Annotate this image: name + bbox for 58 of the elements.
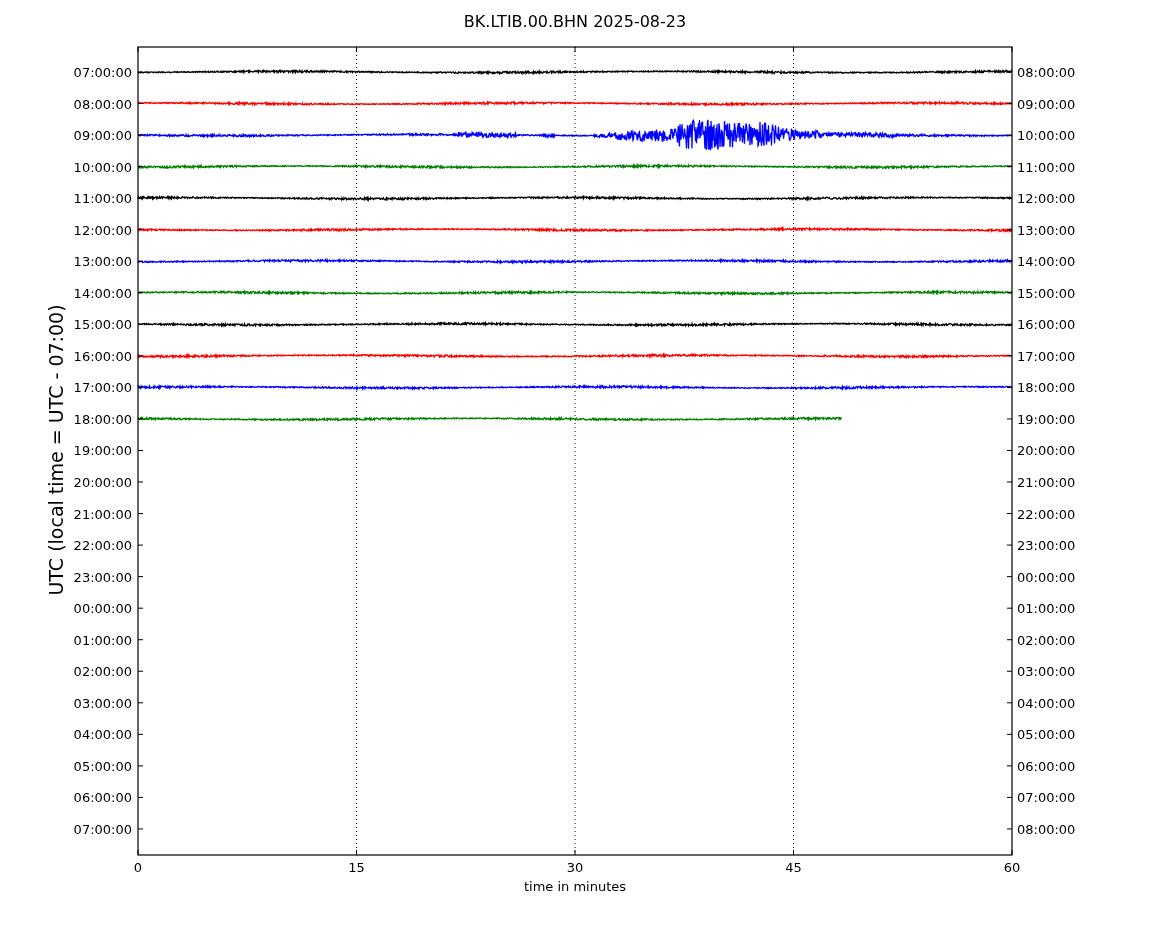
tick-label: 22:00:00: [1017, 506, 1076, 522]
axis-label: UTC (local time = UTC - 07:00): [45, 304, 67, 596]
tick-label: 17:00:00: [73, 380, 132, 396]
tick-label: 00:00:00: [73, 601, 132, 617]
tick-label: 19:00:00: [73, 443, 132, 459]
tick-label: 20:00:00: [73, 475, 132, 490]
tick-label: 12:00:00: [73, 222, 132, 238]
tick-label: 19:00:00: [1017, 411, 1076, 427]
tick-label: 03:00:00: [1017, 664, 1076, 680]
tick-label: 09:00:00: [73, 128, 132, 144]
tick-label: 01:00:00: [73, 632, 132, 648]
tick-label: 21:00:00: [73, 506, 132, 522]
tick-label: 13:00:00: [73, 254, 132, 270]
tick-label: 06:00:00: [73, 790, 132, 806]
tick-label: 0: [133, 860, 143, 875]
tick-label: 20:00:00: [1017, 443, 1076, 459]
tick-label: 14:00:00: [1017, 254, 1076, 270]
tick-label: 23:00:00: [73, 569, 132, 585]
tick-label: 08:00:00: [1017, 65, 1076, 80]
tick-label: 30: [566, 860, 584, 875]
tick-label: 22:00:00: [73, 538, 132, 554]
tick-label: 08:00:00: [73, 96, 132, 112]
tick-label: 23:00:00: [1017, 538, 1076, 554]
tick-label: 03:00:00: [73, 695, 132, 711]
tick-label: 07:00:00: [1017, 790, 1076, 806]
tick-label: 18:00:00: [1017, 380, 1076, 396]
tick-label: 11:00:00: [1017, 159, 1076, 175]
tick-label: 10:00:00: [1017, 128, 1076, 144]
tick-label: 15:00:00: [73, 317, 132, 333]
tick-label: 05:00:00: [73, 758, 132, 774]
chart-title: BK.LTIB.00.BHN 2025-08-23: [463, 12, 687, 31]
tick-label: 04:00:00: [1017, 695, 1076, 711]
tick-label: 09:00:00: [1017, 96, 1076, 112]
tick-label: 05:00:00: [1017, 727, 1076, 743]
tick-label: 21:00:00: [1017, 475, 1076, 490]
tick-label: 00:00:00: [1017, 569, 1076, 585]
tick-label: 18:00:00: [73, 411, 132, 427]
tick-label: 01:00:00: [1017, 601, 1076, 617]
tick-label: 02:00:00: [1017, 632, 1076, 648]
tick-label: 15:00:00: [1017, 285, 1076, 301]
tick-label: 14:00:00: [73, 285, 132, 301]
tick-label: 13:00:00: [1017, 222, 1076, 238]
tick-label: 45: [785, 860, 802, 875]
tick-label: 04:00:00: [73, 727, 132, 743]
tick-label: 17:00:00: [1017, 348, 1076, 364]
tick-label: 10:00:00: [73, 159, 132, 175]
axis-label: time in minutes: [523, 879, 627, 894]
tick-label: 60: [1003, 860, 1021, 875]
tick-label: 15: [348, 860, 365, 875]
tick-label: 11:00:00: [73, 191, 132, 207]
tick-label: 08:00:00: [1017, 821, 1076, 837]
tick-label: 16:00:00: [1017, 317, 1076, 333]
tick-label: 16:00:00: [73, 348, 132, 364]
tick-label: 06:00:00: [1017, 758, 1076, 774]
tick-label: 12:00:00: [1017, 191, 1076, 207]
tick-label: 07:00:00: [73, 821, 132, 837]
tick-label: 07:00:00: [73, 65, 132, 80]
tick-label: 02:00:00: [73, 664, 132, 680]
